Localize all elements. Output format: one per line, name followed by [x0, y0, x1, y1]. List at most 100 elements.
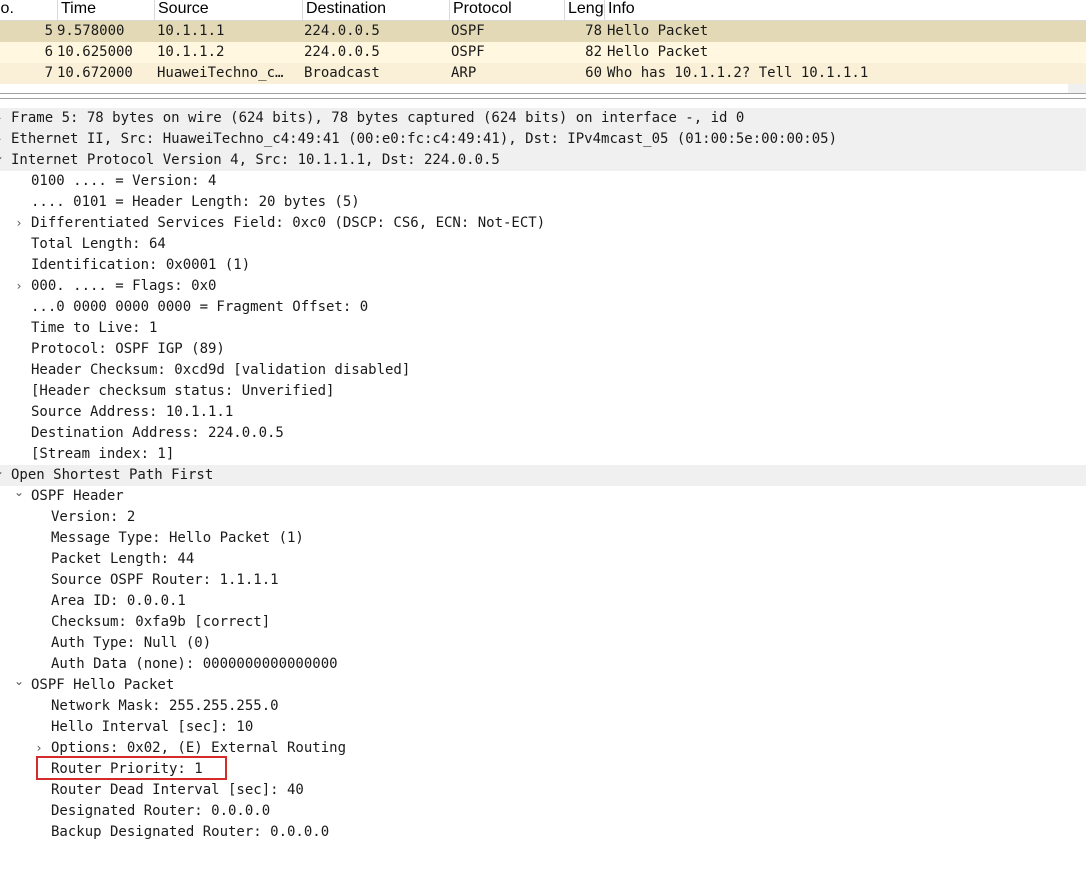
tree-item[interactable]: Version: 2	[0, 507, 1086, 528]
column-header-info[interactable]: Info	[604, 0, 1086, 20]
tree-item[interactable]: Backup Designated Router: 0.0.0.0	[0, 822, 1086, 843]
tree-item-label: Source Address: 10.1.1.1	[31, 404, 234, 420]
tree-item-label: Version: 2	[51, 509, 136, 525]
tree-item[interactable]: Total Length: 64	[0, 234, 1086, 255]
tree-item[interactable]: Identification: 0x0001 (1)	[0, 255, 1086, 276]
packet-row[interactable]: 7 10.672000 HuaweiTechno_c… Broadcast ARP 60 W…	[0, 63, 1086, 84]
tree-item[interactable]: ›Ethernet II, Src: HuaweiTechno_c4:49:41…	[0, 129, 1086, 150]
cell-protocol: OSPF	[451, 44, 485, 60]
tree-item[interactable]: Network Mask: 255.255.255.0	[0, 696, 1086, 717]
packet-list-empty-area	[0, 84, 1086, 93]
cell-time: 9.578000	[57, 23, 125, 39]
column-header-source[interactable]: Source	[154, 0, 302, 20]
tree-item[interactable]: ⌄ Open Shortest Path First	[0, 464, 1086, 486]
tree-item-label: OSPF Hello Packet	[31, 677, 175, 693]
tree-item[interactable]: › 000. .... = Flags: 0x0	[0, 276, 1086, 297]
tree-item[interactable]: ⌄ OSPF Header	[0, 485, 1086, 507]
tree-item[interactable]: Checksum: 0xfa9b [correct]	[0, 612, 1086, 633]
chevron-right-icon[interactable]: ›	[13, 276, 25, 297]
tree-item[interactable]: .... 0101 = Header Length: 20 bytes (5)	[0, 192, 1086, 213]
tree-item[interactable]: ...0 0000 0000 0000 = Fragment Offset: 0	[0, 297, 1086, 318]
chevron-down-icon[interactable]: ⌄	[0, 146, 5, 167]
cell-time: 10.672000	[57, 65, 133, 81]
tree-item[interactable]: Designated Router: 0.0.0.0	[0, 801, 1086, 822]
column-header-destination[interactable]: Destination	[302, 0, 449, 20]
tree-item-label: Destination Address: 224.0.0.5	[31, 425, 284, 441]
cell-protocol: OSPF	[451, 23, 485, 39]
cell-source: 10.1.1.1	[157, 23, 225, 39]
chevron-down-icon[interactable]: ⌄	[0, 461, 5, 482]
tree-item[interactable]: Time to Live: 1	[0, 318, 1086, 339]
tree-item[interactable]: Hello Interval [sec]: 10	[0, 717, 1086, 738]
tree-item-label: Packet Length: 44	[51, 551, 195, 567]
tree-item-label: OSPF Header	[31, 488, 124, 504]
tree-item[interactable]: Auth Type: Null (0)	[0, 633, 1086, 654]
cell-time: 10.625000	[57, 44, 133, 60]
tree-item-label: Protocol: OSPF IGP (89)	[31, 341, 225, 357]
cell-length: 78	[585, 23, 602, 39]
column-header-no[interactable]: No.	[0, 0, 57, 20]
cell-source: HuaweiTechno_c…	[157, 65, 284, 81]
tree-item-label: Area ID: 0.0.0.1	[51, 593, 186, 609]
tree-item[interactable]: Protocol: OSPF IGP (89)	[0, 339, 1086, 360]
tree-item[interactable]: Header Checksum: 0xcd9d [validation disa…	[0, 360, 1086, 381]
tree-item[interactable]: [Stream index: 1]	[0, 444, 1086, 465]
tree-item-label: [Header checksum status: Unverified]	[31, 383, 335, 399]
packet-details-tree: › Frame 5: 78 bytes on wire (624 bits), 7…	[0, 108, 1086, 843]
column-header-time[interactable]: Time	[57, 0, 154, 20]
tree-item-label: Time to Live: 1	[31, 320, 158, 336]
tree-item-label: Source OSPF Router: 1.1.1.1	[51, 572, 279, 588]
cell-no: 7	[44, 65, 53, 81]
packet-list-scrollbar[interactable]	[1068, 84, 1086, 93]
tree-item[interactable]: Area ID: 0.0.0.1	[0, 591, 1086, 612]
tree-item[interactable]: Packet Length: 44	[0, 549, 1086, 570]
tree-item-label: Identification: 0x0001 (1)	[31, 257, 251, 273]
tree-item-label: Router Dead Interval [sec]: 40	[51, 782, 304, 798]
cell-info: Hello Packet	[607, 44, 709, 60]
chevron-right-icon[interactable]: ›	[0, 108, 5, 129]
chevron-right-icon[interactable]: ›	[13, 213, 25, 234]
tree-item[interactable]: Destination Address: 224.0.0.5	[0, 423, 1086, 444]
cell-destination: 224.0.0.5	[304, 23, 380, 39]
cell-length: 60	[585, 65, 602, 81]
cell-source: 10.1.1.2	[157, 44, 225, 60]
cell-info: Who has 10.1.1.2? Tell 10.1.1.1	[607, 65, 869, 81]
tree-item-label: Hello Interval [sec]: 10	[51, 719, 254, 735]
pane-splitter-lower	[0, 98, 1086, 99]
tree-item[interactable]: [Header checksum status: Unverified]	[0, 381, 1086, 402]
cell-no: 6	[44, 44, 53, 60]
packet-list-header: No. Time Source Destination Protocol Len…	[0, 0, 1086, 21]
cell-destination: 224.0.0.5	[304, 44, 380, 60]
chevron-down-icon[interactable]: ⌄	[13, 482, 25, 503]
tree-item[interactable]: Source Address: 10.1.1.1	[0, 402, 1086, 423]
tree-item[interactable]: Source OSPF Router: 1.1.1.1	[0, 570, 1086, 591]
chevron-down-icon[interactable]: ⌄	[13, 671, 25, 692]
tree-item-label: Network Mask: 255.255.255.0	[51, 698, 279, 714]
tree-item[interactable]: ⌄ Internet Protocol Version 4, Src: 10.1.…	[0, 149, 1086, 171]
tree-item[interactable]: ⌄ OSPF Hello Packet	[0, 674, 1086, 696]
tree-item-label: 000. .... = Flags: 0x0	[31, 278, 217, 294]
tree-item[interactable]: Auth Data (none): 0000000000000000	[0, 654, 1086, 675]
pane-splitter[interactable]	[0, 93, 1086, 94]
cell-protocol: ARP	[451, 65, 477, 81]
tree-item-label: 0100 .... = Version: 4	[31, 173, 217, 189]
tree-item[interactable]: Router Dead Interval [sec]: 40	[0, 780, 1086, 801]
tree-item-label: Open Shortest Path First	[11, 467, 214, 483]
packet-row[interactable]: 5 9.578000 10.1.1.1 224.0.0.5 OSPF 78 Hello Pa…	[0, 21, 1086, 42]
tree-item[interactable]: Message Type: Hello Packet (1)	[0, 528, 1086, 549]
packet-row[interactable]: 6 10.625000 10.1.1.2 224.0.0.5 OSPF 82 Hello P…	[0, 42, 1086, 63]
cell-info: Hello Packet	[607, 23, 709, 39]
cell-no: 5	[44, 23, 53, 39]
column-header-protocol[interactable]: Protocol	[449, 0, 564, 20]
tree-item-label: Designated Router: 0.0.0.0	[51, 803, 271, 819]
tree-item-label: Message Type: Hello Packet (1)	[51, 530, 304, 546]
tree-item-label: Total Length: 64	[31, 236, 166, 252]
tree-item[interactable]: › Differentiated Services Field: 0xc0 (DS…	[0, 213, 1086, 234]
tree-item-label: Internet Protocol Version 4, Src: 10.1.1…	[11, 152, 500, 168]
tree-item[interactable]: › Frame 5: 78 bytes on wire (624 bits), 7…	[0, 108, 1086, 129]
column-header-length[interactable]: Length	[564, 0, 604, 20]
cell-length: 82	[585, 44, 602, 60]
tree-item-label: Frame 5: 78 bytes on wire (624 bits), 78…	[11, 110, 745, 126]
tree-item-label: ...0 0000 0000 0000 = Fragment Offset: 0	[31, 299, 369, 315]
tree-item[interactable]: 0100 .... = Version: 4	[0, 171, 1086, 192]
